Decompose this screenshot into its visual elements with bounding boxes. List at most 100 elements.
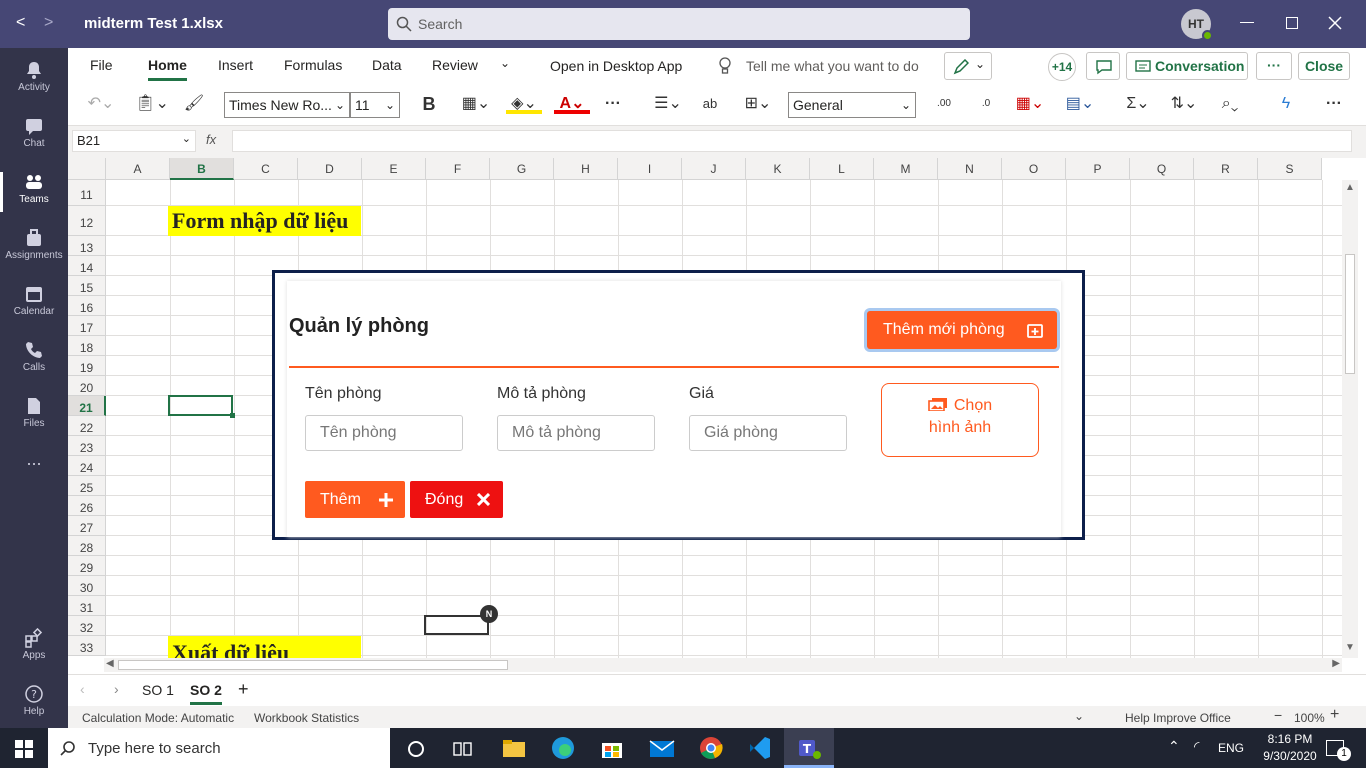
vertical-scroll-thumb[interactable] [1345,254,1355,374]
row-header-13[interactable]: 13 [68,236,106,256]
task-view-icon[interactable] [453,740,473,758]
column-header-g[interactable]: G [490,158,554,180]
file-explorer-icon[interactable] [502,738,526,758]
undo-icon[interactable]: ↶⌄ [84,92,118,116]
open-desktop-app[interactable]: Open in Desktop App [550,58,682,74]
zoom-in-icon[interactable]: + [1330,706,1339,724]
add-button[interactable]: Thêm [305,481,405,518]
tab-formulas[interactable]: Formulas [284,57,342,73]
column-header-e[interactable]: E [362,158,426,180]
close-form-button[interactable]: Đóng [410,481,503,518]
more-font-options-icon[interactable]: ··· [600,92,626,116]
add-room-button[interactable]: Thêm mới phòng [867,311,1057,349]
row-header-31[interactable]: 31 [68,596,106,616]
row-header-26[interactable]: 26 [68,496,106,516]
format-painter-icon[interactable]: 🖌︎ [182,92,206,116]
row-header-24[interactable]: 24 [68,456,106,476]
tab-home[interactable]: Home [148,57,187,81]
row-header-18[interactable]: 18 [68,336,106,356]
forward-button[interactable]: > [44,14,53,32]
column-header-n[interactable]: N [938,158,1002,180]
chevron-down-icon[interactable]: ⌄ [500,56,510,70]
font-name-select[interactable]: Times New Ro... ⌄ [224,92,350,118]
column-header-l[interactable]: L [810,158,874,180]
cell-b33[interactable]: Xuất dữ liệu [168,636,361,658]
row-header-32[interactable]: 32 [68,616,106,636]
row-header-14[interactable]: 14 [68,256,106,276]
column-header-h[interactable]: H [554,158,618,180]
row-header-20[interactable]: 20 [68,376,106,396]
maximize-icon[interactable] [1286,17,1298,29]
conversation-button[interactable]: Conversation [1126,52,1248,80]
tab-data[interactable]: Data [372,57,402,73]
cell-b12[interactable]: Form nhập dữ liệu [168,206,361,236]
row-header-12[interactable]: 12 [68,206,106,236]
format-as-table-icon[interactable]: ▤⌄ [1062,92,1098,116]
row-header-22[interactable]: 22 [68,416,106,436]
column-header-k[interactable]: K [746,158,810,180]
autosum-icon[interactable]: Σ⌄ [1120,92,1156,116]
formula-input[interactable] [232,130,1352,152]
zoom-out-icon[interactable]: − [1274,707,1282,723]
merge-cells-icon[interactable]: ⊞⌄ [738,92,778,116]
more-options-button[interactable]: ··· [1256,52,1292,80]
cortana-icon[interactable] [407,740,425,758]
language-indicator[interactable]: ENG [1218,741,1244,755]
row-header-17[interactable]: 17 [68,316,106,336]
price-input[interactable]: Giá phòng [689,415,847,451]
search-box[interactable]: Search [388,8,970,40]
font-size-select[interactable]: 11 ⌄ [350,92,400,118]
edge-icon[interactable] [551,736,575,760]
column-header-p[interactable]: P [1066,158,1130,180]
chevron-down-icon[interactable]: ⌄ [1074,709,1084,723]
form-image[interactable]: Quản lý phòng Thêm mới phòng Tên phòng T… [272,270,1085,540]
rail-files[interactable]: Files [0,388,68,444]
clipboard-icon[interactable]: 📋︎⌄ [134,92,170,116]
rail-apps[interactable]: Apps [0,620,68,676]
more-ribbon-icon[interactable]: ··· [1320,92,1348,116]
rail-more[interactable]: ... [0,450,68,510]
row-header-11[interactable]: 11 [68,180,106,206]
fill-handle[interactable] [230,413,235,418]
borders-icon[interactable]: ▦⌄ [458,92,494,116]
rail-chat[interactable]: Chat [0,108,68,164]
add-sheet-icon[interactable]: + [238,679,249,700]
column-header-s[interactable]: S [1258,158,1322,180]
help-improve-office[interactable]: Help Improve Office [1125,711,1231,725]
align-icon[interactable]: ☰⌄ [650,92,686,116]
row-header-28[interactable]: 28 [68,536,106,556]
rail-activity[interactable]: Activity [0,52,68,108]
scroll-up-icon[interactable]: ▲ [1345,182,1355,193]
room-desc-input[interactable]: Mô tả phòng [497,415,655,451]
row-header-27[interactable]: 27 [68,516,106,536]
rail-calls[interactable]: Calls [0,332,68,388]
column-header-r[interactable]: R [1194,158,1258,180]
tab-review[interactable]: Review [432,57,478,73]
row-header-16[interactable]: 16 [68,296,106,316]
select-all-corner[interactable] [68,158,106,180]
fill-color-icon[interactable]: ◈⌄ [506,92,542,114]
rail-help[interactable]: ? Help [0,676,68,732]
row-header-30[interactable]: 30 [68,576,106,596]
close-window-icon[interactable] [1328,16,1342,30]
rail-calendar[interactable]: Calendar [0,276,68,332]
avatar[interactable]: HT [1181,9,1213,41]
editing-mode-button[interactable]: ⌄ [944,52,992,80]
column-header-i[interactable]: I [618,158,682,180]
horizontal-scroll-thumb[interactable] [118,660,508,670]
comments-button[interactable] [1086,52,1120,80]
room-name-input[interactable]: Tên phòng [305,415,463,451]
conditional-format-icon[interactable]: ▦⌄ [1012,92,1048,116]
chrome-icon[interactable] [699,736,723,760]
vscode-icon[interactable] [748,736,772,760]
row-header-21[interactable]: 21 [68,396,106,416]
scroll-down-icon[interactable]: ▼ [1345,642,1355,653]
sheet-tab-so2[interactable]: SO 2 [190,682,222,705]
prev-sheet-icon[interactable]: ‹ [80,681,85,697]
vertical-scrollbar[interactable]: ▲ ▼ [1342,180,1358,658]
teams-taskbar-button[interactable]: T [784,728,834,768]
bold-button[interactable]: B [418,92,440,116]
workbook-statistics[interactable]: Workbook Statistics [254,711,359,725]
back-button[interactable]: < [16,14,25,32]
row-header-23[interactable]: 23 [68,436,106,456]
